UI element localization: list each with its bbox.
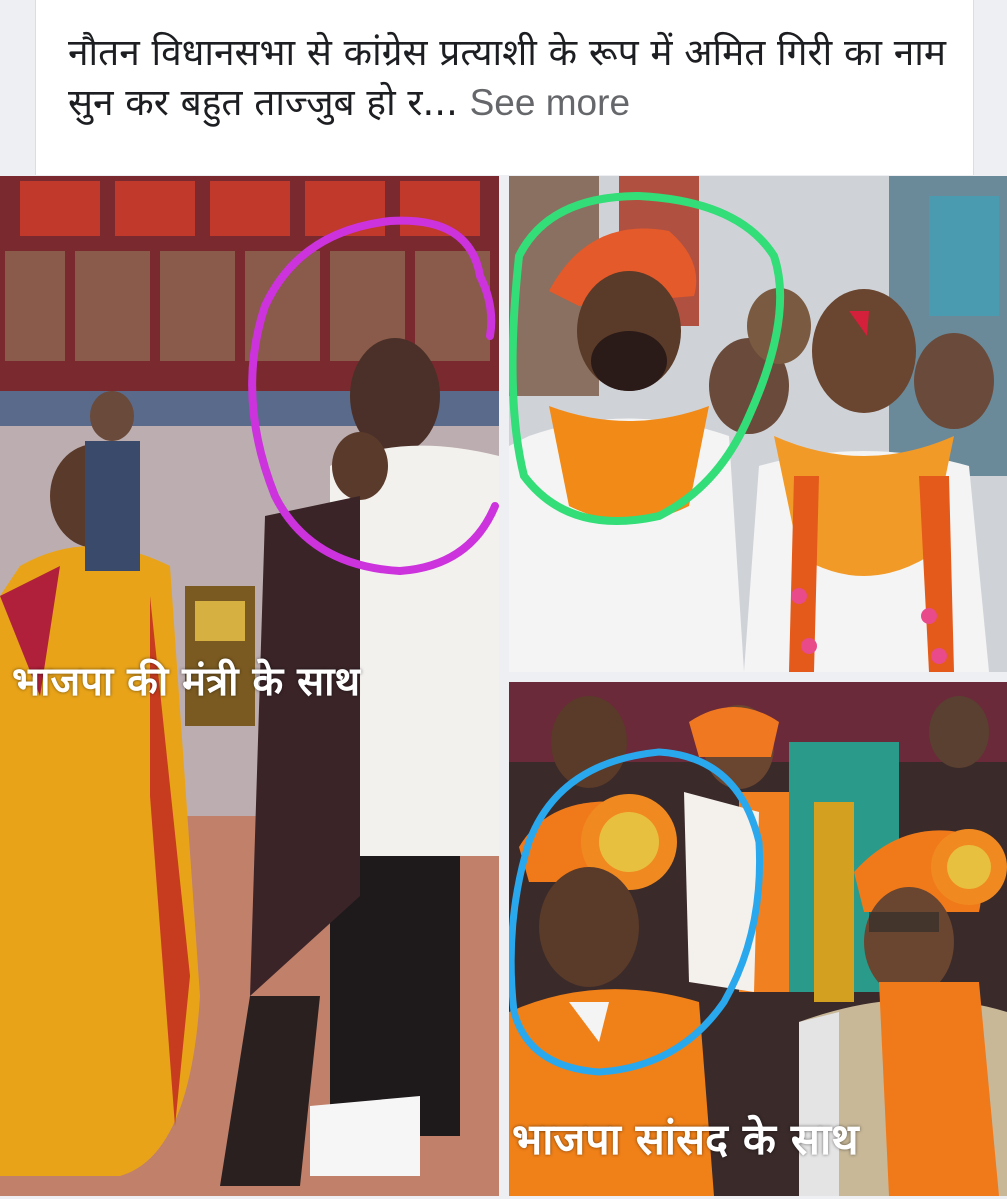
photo-garlanded-candidates-image [509,176,1007,672]
see-more-link[interactable]: See more [470,82,630,123]
photo-caption-minister: भाजपा की मंत्री के साथ [12,659,361,705]
photo-garlanded-candidates[interactable] [509,176,1007,672]
photo-caption-mp: भाजपा सांसद के साथ [512,1115,859,1165]
post-text-block: नौतन विधानसभा से कांग्रेस प्रत्याशी के र… [68,28,948,128]
photo-award-ceremony[interactable]: भाजपा की मंत्री के साथ [0,176,499,1196]
photo-with-mp[interactable]: भाजपा सांसद के साथ [509,682,1007,1196]
post-text-card: नौतन विधानसभा से कांग्रेस प्रत्याशी के र… [35,0,974,175]
